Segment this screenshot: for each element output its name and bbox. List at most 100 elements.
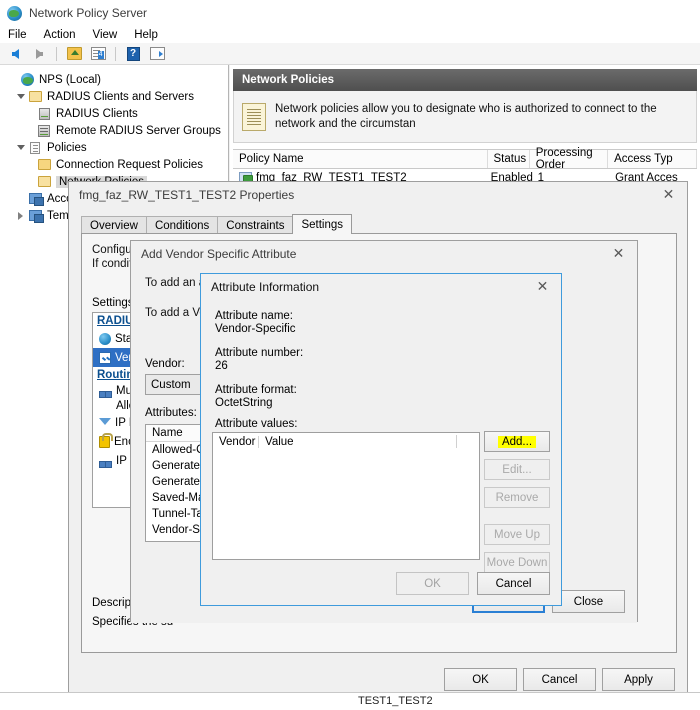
tree-label: Remote RADIUS Server Groups: [56, 125, 221, 137]
tab-conditions[interactable]: Conditions: [146, 216, 218, 234]
bottom-divider: [0, 692, 700, 693]
back-arrow-icon[interactable]: [5, 45, 25, 63]
sidebar-item-radius-clients[interactable]: RADIUS Clients: [0, 105, 228, 122]
tree-label: NPS (Local): [39, 74, 101, 86]
vendor-select-value: Custom: [151, 379, 191, 391]
checkbox-icon: [99, 352, 111, 364]
toolbar: ?: [0, 43, 700, 65]
tree-label: Connection Request Policies: [56, 159, 203, 171]
folder-icon: [36, 159, 52, 170]
move-down-button[interactable]: Move Down: [484, 552, 550, 573]
attribute-info-title: Attribute Information: [211, 280, 526, 294]
attribute-name-label: Attribute name:: [215, 310, 293, 323]
cancel-button[interactable]: Cancel: [523, 668, 596, 691]
tree-twisty[interactable]: [14, 212, 27, 220]
computer-icon: [27, 210, 43, 221]
menu-action[interactable]: Action: [44, 29, 76, 41]
close-icon[interactable]: ✕: [526, 275, 559, 299]
attribute-number-value: 26: [215, 360, 228, 373]
globe-icon: [19, 73, 35, 86]
attribute-values-label: Attribute values:: [215, 418, 297, 431]
move-up-button[interactable]: Move Up: [484, 524, 550, 545]
funnel-icon: [99, 417, 111, 429]
column-value[interactable]: Value: [259, 436, 294, 448]
properties-tabs[interactable]: Overview Conditions Constraints Settings: [81, 214, 351, 234]
ok-button[interactable]: OK: [444, 668, 517, 691]
column-status[interactable]: Status: [488, 150, 530, 168]
properties-icon[interactable]: [88, 45, 108, 63]
sidebar-item-connection-request-policies[interactable]: Connection Request Policies: [0, 156, 228, 173]
attribute-number-label: Attribute number:: [215, 347, 303, 360]
add-value-button-label: Add...: [498, 436, 536, 448]
attribute-format-label: Attribute format:: [215, 384, 297, 397]
server-group-icon: [36, 125, 52, 137]
lock-icon: [99, 436, 110, 448]
folder-open-icon: [36, 176, 52, 187]
menu-help[interactable]: Help: [134, 29, 158, 41]
tab-overview[interactable]: Overview: [81, 216, 147, 234]
menubar: File Action View Help: [0, 26, 700, 43]
sidebar-item-remote-radius-server-groups[interactable]: Remote RADIUS Server Groups: [0, 122, 228, 139]
menu-view[interactable]: View: [93, 29, 118, 41]
server-icon: [36, 108, 52, 120]
attribute-info-titlebar: Attribute Information ✕: [201, 274, 561, 300]
toolbar-separator-2: [115, 47, 116, 61]
attribute-name-value: Vendor-Specific: [215, 323, 296, 336]
vendor-label: Vendor:: [145, 358, 185, 370]
tab-constraints[interactable]: Constraints: [217, 216, 293, 234]
window-title: Network Policy Server: [29, 6, 147, 20]
forward-arrow-icon[interactable]: [29, 45, 49, 63]
folder-open-icon: [27, 91, 43, 102]
sidebar-item-policies[interactable]: Policies: [0, 139, 228, 156]
tree-label: RADIUS Clients and Servers: [47, 91, 194, 103]
attribute-values-list-header[interactable]: Vendor Value: [213, 433, 479, 450]
edit-value-button[interactable]: Edit...: [484, 459, 550, 480]
globe-icon: [99, 333, 111, 345]
network-icon: [99, 455, 112, 467]
properties-dialog-titlebar: fmg_faz_RW_TEST1_TEST2 Properties ✕: [69, 182, 687, 208]
toolbar-separator-1: [56, 47, 57, 61]
attribute-values-actions: Add... Edit... Remove Move Up Move Down: [484, 431, 550, 573]
remove-value-button[interactable]: Remove: [484, 487, 550, 508]
column-access-type[interactable]: Access Typ: [608, 150, 697, 168]
folder-up-icon[interactable]: [64, 45, 84, 63]
column-vendor[interactable]: Vendor: [213, 436, 259, 448]
menu-file[interactable]: File: [8, 29, 27, 41]
column-resize-handle[interactable]: [456, 435, 457, 448]
tab-settings[interactable]: Settings: [292, 214, 352, 234]
show-pane-icon[interactable]: [147, 45, 167, 63]
close-icon[interactable]: ✕: [652, 183, 685, 207]
tree-label: RADIUS Clients: [56, 108, 138, 120]
bottom-strip-text: TEST1_TEST2: [358, 695, 433, 707]
tree-twisty[interactable]: [14, 94, 27, 99]
close-icon[interactable]: ✕: [602, 242, 635, 266]
properties-dialog-buttons: OK Cancel Apply: [444, 668, 675, 691]
attribute-info-buttons: OK Cancel: [396, 572, 550, 595]
add-value-button[interactable]: Add...: [484, 431, 550, 452]
attribute-values-list[interactable]: Vendor Value: [212, 432, 480, 560]
network-icon: [99, 385, 112, 397]
attribute-info-ok-button[interactable]: OK: [396, 572, 469, 595]
sidebar-item-radius-clients-and-servers[interactable]: RADIUS Clients and Servers: [0, 88, 228, 105]
results-pane-title: Network Policies: [233, 69, 697, 91]
policy-document-icon: [242, 103, 266, 131]
attribute-format-value: OctetString: [215, 397, 273, 410]
attribute-info-cancel-button[interactable]: Cancel: [477, 572, 550, 595]
vsa-dialog-titlebar: Add Vendor Specific Attribute ✕: [131, 241, 637, 267]
globe-icon: [7, 6, 22, 21]
help-icon[interactable]: ?: [123, 45, 143, 63]
list-header[interactable]: Policy Name Status Processing Order Acce…: [233, 149, 697, 169]
tree-twisty[interactable]: [14, 145, 27, 150]
properties-dialog-title: fmg_faz_RW_TEST1_TEST2 Properties: [79, 188, 652, 202]
apply-button[interactable]: Apply: [602, 668, 675, 691]
vsa-dialog-title: Add Vendor Specific Attribute: [141, 247, 602, 261]
vsa-close-button[interactable]: Close: [552, 590, 625, 613]
document-icon: [27, 142, 43, 154]
column-policy-name[interactable]: Policy Name: [233, 150, 488, 168]
attributes-label: Attributes:: [145, 407, 197, 419]
results-pane-description: Network policies allow you to designate …: [233, 91, 697, 143]
attribute-information-dialog: Attribute Information ✕ Attribute name: …: [200, 273, 562, 606]
column-processing-order[interactable]: Processing Order: [530, 150, 608, 168]
window-titlebar: Network Policy Server: [0, 0, 700, 26]
sidebar-item-nps-local[interactable]: NPS (Local): [0, 71, 228, 88]
